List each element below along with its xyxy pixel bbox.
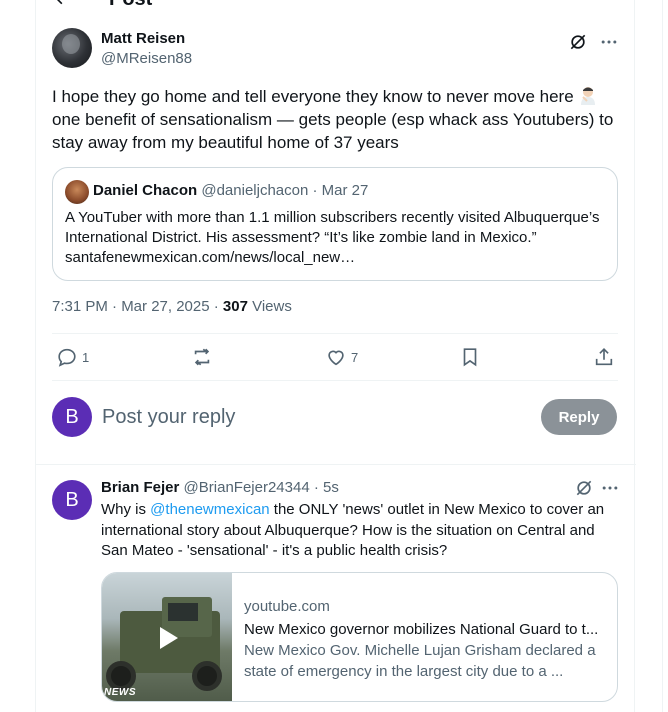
author-avatar[interactable] bbox=[52, 28, 92, 68]
post-header: Post bbox=[36, 0, 636, 14]
divider bbox=[52, 333, 618, 334]
like-action[interactable]: 7 bbox=[325, 342, 358, 372]
timestamp-text[interactable]: 7:31 PM · Mar 27, 2025 · bbox=[52, 298, 223, 315]
grok-icon[interactable] bbox=[568, 32, 588, 52]
author-handle[interactable]: @MReisen88 bbox=[101, 50, 192, 68]
play-icon[interactable] bbox=[150, 621, 184, 655]
truck-window-shape bbox=[168, 603, 198, 621]
reply-text: Why is @thenewmexican the ONLY 'news' ou… bbox=[101, 500, 621, 562]
bookmark-action[interactable] bbox=[459, 342, 481, 372]
like-count: 7 bbox=[351, 349, 359, 365]
post-text: I hope they go home and tell everyone th… bbox=[52, 85, 622, 154]
mention-link[interactable]: @thenewmexican bbox=[150, 501, 269, 518]
video-thumbnail[interactable]: NEWS bbox=[102, 573, 232, 701]
more-icon[interactable] bbox=[599, 478, 621, 498]
person-shrugging-emoji-icon bbox=[581, 87, 596, 105]
grok-icon[interactable] bbox=[574, 478, 594, 498]
divider bbox=[52, 380, 618, 381]
quoted-post-card[interactable]: Daniel Chacon @danieljchacon · Mar 27 A … bbox=[52, 167, 618, 281]
repost-icon bbox=[194, 348, 210, 366]
reply-meta[interactable]: @BrianFejer24344 · 5s bbox=[179, 479, 339, 496]
reply-action[interactable]: 1 bbox=[56, 342, 89, 372]
divider bbox=[36, 464, 636, 465]
like-icon bbox=[328, 350, 344, 366]
quote-avatar bbox=[65, 180, 89, 204]
reply-icon bbox=[58, 348, 76, 367]
back-arrow-icon[interactable] bbox=[52, 0, 72, 8]
link-description: New Mexico Gov. Michelle Lujan Grisham d… bbox=[244, 642, 596, 680]
link-title: New Mexico governor mobilizes National G… bbox=[244, 621, 599, 638]
wheel-shape bbox=[192, 661, 222, 691]
views-label: Views bbox=[247, 298, 292, 315]
right-sidebar-edge bbox=[662, 0, 668, 712]
quote-text: A YouTuber with more than 1.1 million su… bbox=[65, 209, 600, 266]
reply-text-before: Why is bbox=[101, 501, 151, 518]
link-preview-card[interactable]: NEWS youtube.com New Mexico governor mob… bbox=[101, 572, 618, 702]
post-timestamp: 7:31 PM · Mar 27, 2025 · 307 Views bbox=[52, 297, 292, 317]
bookmark-icon bbox=[463, 348, 477, 367]
views-count: 307 bbox=[222, 298, 248, 315]
post-text-line1: I hope they go home and tell everyone th… bbox=[52, 87, 574, 106]
post-text-rest: one benefit of sensationalism — gets peo… bbox=[52, 110, 614, 152]
more-icon[interactable] bbox=[598, 32, 620, 52]
repost-action[interactable] bbox=[191, 342, 213, 372]
reply-header: Brian Fejer @BrianFejer24344 · 5s bbox=[101, 479, 339, 497]
page-title: Post bbox=[109, 0, 152, 10]
quote-meta: @danieljchacon · Mar 27 bbox=[197, 182, 369, 199]
reply-author-avatar[interactable]: B bbox=[52, 480, 92, 520]
reply-count: 1 bbox=[82, 349, 90, 365]
news-watermark: NEWS bbox=[104, 687, 136, 698]
reply-input[interactable]: Post your reply bbox=[102, 405, 235, 429]
quote-author-name: Daniel Chacon bbox=[93, 182, 198, 199]
share-icon bbox=[595, 348, 613, 366]
composer-avatar: B bbox=[52, 397, 92, 437]
link-domain: youtube.com bbox=[244, 598, 330, 615]
reply-author-name[interactable]: Brian Fejer bbox=[101, 479, 179, 496]
author-name[interactable]: Matt Reisen bbox=[101, 30, 185, 48]
share-action[interactable] bbox=[593, 342, 615, 372]
action-bar: 1 7 bbox=[52, 342, 618, 372]
reply-button[interactable]: Reply bbox=[541, 399, 617, 435]
post-column: Post Matt Reisen @MReisen88 I hope they … bbox=[35, 0, 636, 712]
quote-header: Daniel Chacon @danieljchacon · Mar 27 bbox=[93, 182, 368, 200]
